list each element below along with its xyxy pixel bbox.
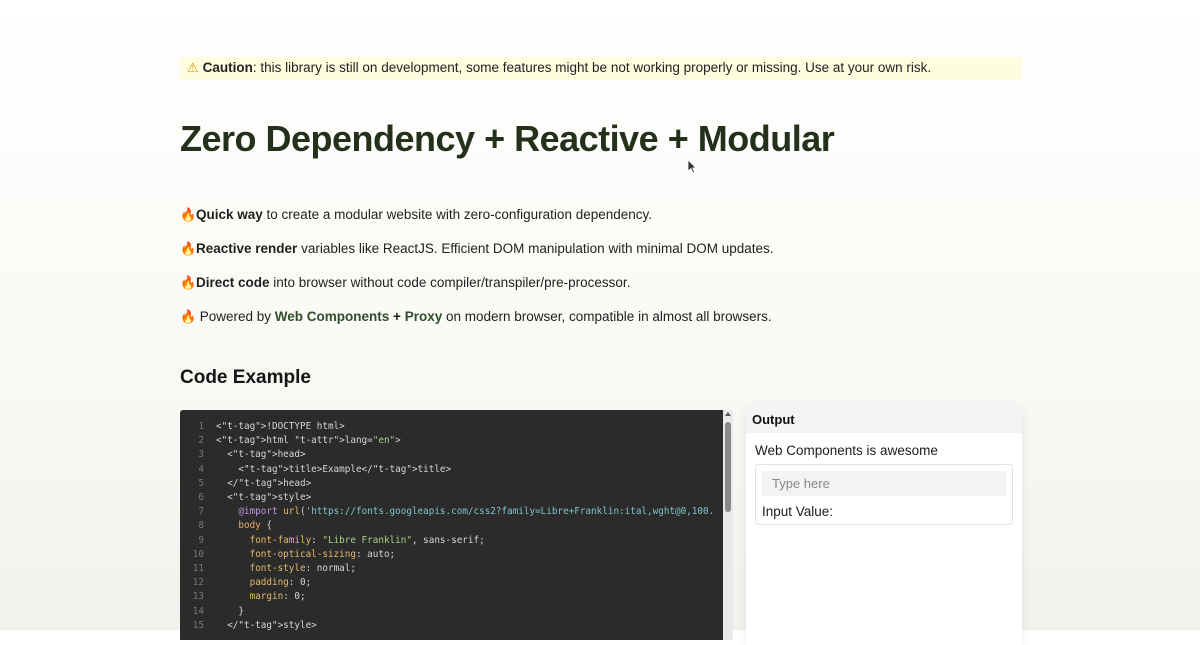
- code-text: <"t-tag">html "t-attr">lang="en">: [216, 435, 401, 447]
- mouse-cursor-icon: [687, 159, 697, 174]
- code-line: 5 </"t-tag">head>: [180, 477, 713, 491]
- code-text: @import url('https://fonts.googleapis.co…: [238, 506, 713, 518]
- code-text: <"t-tag">!DOCTYPE html>: [216, 421, 345, 432]
- fire-icon: 🔥: [180, 309, 197, 324]
- line-number: 10: [192, 548, 204, 560]
- code-text: </"t-tag">head>: [216, 477, 312, 489]
- code-line: 2 <"t-tag">html "t-attr">lang="en">: [180, 434, 713, 448]
- code-line: 7 @import url('https://fonts.googleapis.…: [180, 505, 713, 519]
- powered-prefix: Powered by: [196, 309, 275, 324]
- feature-strong: Direct code: [196, 275, 270, 290]
- code-lines: 1 <"t-tag">!DOCTYPE html> 2 <"t-tag">html "…: [180, 420, 713, 633]
- code-text: font-style: normal;: [249, 563, 356, 575]
- output-body: Web Components is awesome Input Value:: [746, 433, 1022, 535]
- code-line: 4 <"t-tag">title>Example</"t-tag">title>: [180, 463, 713, 477]
- output-text: Web Components is awesome: [755, 443, 938, 458]
- feature-item: 🔥Reactive render variables like ReactJS.…: [180, 241, 1022, 275]
- output-form: Input Value:: [755, 464, 1013, 525]
- fire-icon: 🔥: [180, 207, 197, 222]
- line-number: 6: [198, 492, 204, 504]
- fire-icon: 🔥: [180, 275, 197, 290]
- code-line: 14 }: [180, 605, 713, 619]
- code-line: 12 padding: 0;: [180, 576, 713, 590]
- code-line: 10 font-optical-sizing: auto;: [180, 548, 713, 562]
- feature-list: 🔥Quick way to create a modular website w…: [180, 207, 1022, 343]
- feature-item: 🔥Direct code into browser without code c…: [180, 275, 1022, 309]
- code-line: 3 <"t-tag">head>: [180, 448, 713, 462]
- code-line: 11 font-style: normal;: [180, 562, 713, 576]
- scrollbar-thumb[interactable]: [725, 422, 731, 512]
- code-text: <"t-tag">title>Example</"t-tag">title>: [216, 463, 452, 475]
- code-line: 8 body {: [180, 519, 713, 533]
- warning-icon: ⚠: [187, 60, 199, 75]
- code-text: margin: 0;: [249, 591, 306, 603]
- page-content: ⚠ Caution: this library is still on devel…: [180, 0, 1022, 645]
- line-number: 7: [198, 506, 204, 518]
- caution-banner: ⚠ Caution: this library is still on devel…: [180, 57, 1022, 80]
- page-title: Zero Dependency + Reactive + Modular: [180, 118, 835, 159]
- line-number: 9: [198, 534, 204, 546]
- output-header: Output: [746, 405, 1022, 433]
- code-text: padding: 0;: [249, 577, 312, 589]
- editor-scrollbar[interactable]: [723, 410, 733, 640]
- feature-text: into browser without code compiler/trans…: [269, 275, 631, 290]
- line-number: 15: [192, 619, 204, 631]
- powered-plus: +: [389, 309, 405, 324]
- feature-item: 🔥Quick way to create a modular website w…: [180, 207, 1022, 241]
- section-title: Code Example: [180, 367, 311, 388]
- feature-text: variables like ReactJS. Efficient DOM ma…: [297, 241, 774, 256]
- input-value-label: Input Value:: [762, 504, 834, 519]
- proxy-link[interactable]: Proxy: [405, 309, 443, 324]
- line-number: 13: [192, 591, 204, 603]
- scroll-up-icon[interactable]: [725, 412, 731, 416]
- code-line: 6 <"t-tag">style>: [180, 491, 713, 505]
- code-text: font-family: "Libre Franklin", sans-seri…: [249, 534, 485, 546]
- line-number: 3: [198, 449, 204, 461]
- output-panel: Output Web Components is awesome Input V…: [746, 405, 1022, 645]
- line-number: 12: [192, 577, 204, 589]
- feature-item-powered: 🔥 Powered by Web Components + Proxy on m…: [180, 309, 1022, 343]
- code-text: </"t-tag">style>: [216, 619, 317, 631]
- code-text: <"t-tag">head>: [216, 449, 306, 461]
- code-line: 13 margin: 0;: [180, 590, 713, 604]
- code-line: 9 font-family: "Libre Franklin", sans-se…: [180, 534, 713, 548]
- line-number: 1: [198, 421, 204, 432]
- caution-strong: Caution: [202, 60, 253, 75]
- powered-suffix: on modern browser, compatible in almost …: [442, 309, 772, 324]
- line-number: 11: [192, 563, 204, 575]
- code-text: body {: [238, 520, 272, 532]
- feature-text: to create a modular website with zero-co…: [262, 207, 653, 222]
- line-number: 2: [198, 435, 204, 447]
- feature-strong: Quick way: [196, 207, 263, 222]
- code-line: 15 </"t-tag">style>: [180, 619, 713, 633]
- line-number: 4: [198, 463, 204, 475]
- code-editor[interactable]: 1 <"t-tag">!DOCTYPE html> 2 <"t-tag">html "…: [180, 410, 733, 640]
- web-components-link[interactable]: Web Components: [275, 309, 390, 324]
- code-text: <"t-tag">style>: [216, 492, 312, 504]
- code-text: }: [216, 605, 244, 617]
- caution-text: : this library is still on development, …: [252, 60, 932, 75]
- line-number: 8: [198, 520, 204, 532]
- output-input[interactable]: [762, 471, 1006, 496]
- feature-strong: Reactive render: [196, 241, 298, 256]
- code-text: font-optical-sizing: auto;: [249, 548, 396, 560]
- code-line: 1 <"t-tag">!DOCTYPE html>: [180, 420, 713, 434]
- line-number: 14: [192, 605, 204, 617]
- line-number: 5: [198, 477, 204, 489]
- fire-icon: 🔥: [180, 241, 197, 256]
